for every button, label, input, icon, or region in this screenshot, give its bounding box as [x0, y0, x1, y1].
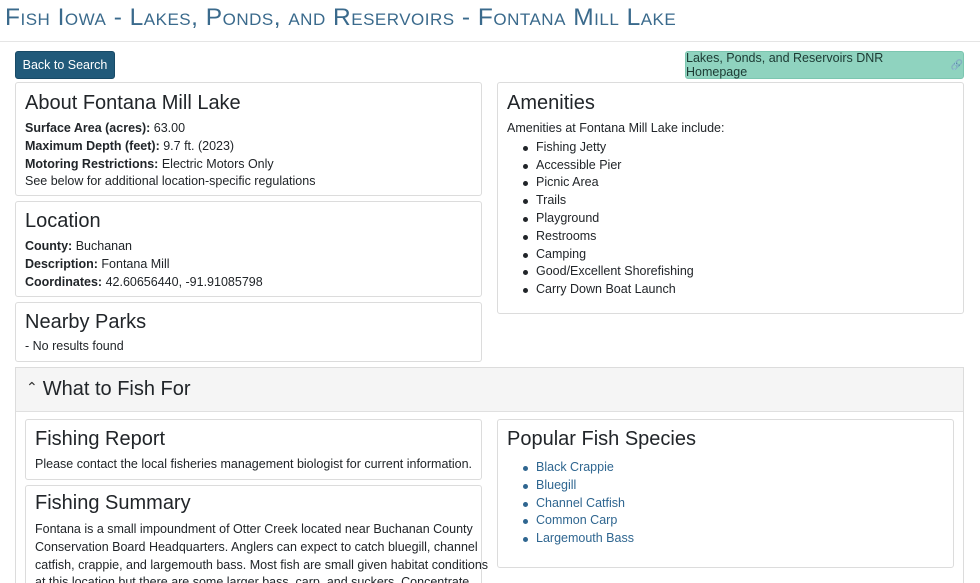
bullet-icon	[523, 216, 528, 222]
species-label: Black Crappie	[536, 460, 614, 474]
description-row: Description: Fontana Mill	[25, 256, 472, 274]
county-row: County: Buchanan	[25, 238, 472, 256]
max-depth-row: Maximum Depth (feet): 9.7 ft. (2023)	[25, 138, 472, 156]
amenity-label: Carry Down Boat Launch	[536, 282, 676, 297]
about-heading: About Fontana Mill Lake	[25, 92, 241, 114]
bullet-icon	[523, 252, 528, 258]
amenity-item: Camping	[519, 246, 954, 264]
bullet-icon	[523, 234, 528, 240]
county-label: County:	[25, 239, 73, 253]
species-label: Bluegill	[536, 477, 577, 492]
chevron-up-icon: ⌃	[26, 379, 38, 395]
amenity-label: Camping	[536, 246, 587, 261]
bullet-icon	[523, 483, 528, 489]
motoring-label: Motoring Restrictions:	[25, 156, 159, 171]
nearby-parks-heading: Nearby Parks	[25, 311, 147, 333]
surface-area-row: Surface Area (acres): 63.00	[25, 120, 472, 138]
amenity-item: Playground	[519, 210, 954, 228]
amenity-item: Accessible Pier	[519, 157, 954, 175]
dnr-homepage-label: Lakes, Ponds, and Reservoirs DNR Homepag…	[686, 51, 884, 79]
amenity-item: Restrooms	[519, 228, 954, 246]
max-depth-label: Maximum Depth (feet):	[25, 138, 160, 153]
amenities-intro: Amenities at Fontana Mill Lake include:	[507, 121, 725, 135]
description-value: Fontana Mill	[101, 256, 170, 271]
species-link[interactable]: Bluegill	[519, 477, 944, 495]
back-to-search-button[interactable]: Back to Search	[15, 51, 115, 79]
nearby-parks-empty: - No results found	[25, 339, 124, 353]
species-list: Black Crappie Bluegill Channel Catfish C…	[507, 459, 944, 548]
amenity-label: Accessible Pier	[536, 157, 622, 172]
amenity-item: Carry Down Boat Launch	[519, 281, 954, 299]
coordinates-row: Coordinates: 42.60656440, -91.91085798	[25, 274, 472, 292]
amenity-label: Good/Excellent Shorefishing	[536, 264, 694, 279]
description-label: Description:	[25, 256, 98, 271]
amenity-item: Good/Excellent Shorefishing	[519, 263, 954, 281]
summary-line: catfish, crappie, and largemouth bass. M…	[35, 557, 489, 572]
fishing-report-card: Fishing Report Please contact the local …	[25, 419, 482, 480]
fishing-summary-heading: Fishing Summary	[35, 492, 191, 514]
species-link[interactable]: Common Carp	[519, 512, 944, 530]
species-label: Channel Catfish	[536, 495, 625, 510]
amenity-item: Picnic Area	[519, 174, 954, 192]
fishing-summary-card: Fishing Summary Fontana is a small impou…	[25, 485, 489, 583]
amenities-heading: Amenities	[507, 92, 595, 114]
external-link-icon: 🔗	[950, 59, 963, 71]
amenities-card: Amenities Amenities at Fontana Mill Lake…	[497, 82, 964, 314]
bullet-icon	[523, 199, 528, 205]
amenity-label: Trails	[536, 193, 567, 208]
bullet-icon	[523, 501, 528, 507]
motoring-row: Motoring Restrictions: Electric Motors O…	[25, 156, 472, 174]
dnr-homepage-button[interactable]: Lakes, Ponds, and Reservoirs DNR Homepag…	[685, 51, 964, 79]
what-to-fish-toggle[interactable]: ⌃ What to Fish For	[16, 368, 963, 412]
location-heading: Location	[25, 210, 101, 232]
species-link[interactable]: Black Crappie	[519, 459, 944, 477]
bullet-icon	[523, 270, 528, 276]
page-title: Fish Iowa - Lakes, Ponds, and Reservoirs…	[5, 4, 677, 31]
species-label: Common Carp	[536, 513, 618, 528]
coordinates-label: Coordinates:	[25, 274, 103, 289]
amenity-label: Restrooms	[536, 228, 597, 243]
surface-area-value: 63.00	[153, 121, 186, 135]
amenities-list: Fishing Jetty Accessible Pier Picnic Are…	[507, 139, 954, 299]
amenity-label: Fishing Jetty	[536, 139, 607, 154]
amenity-item: Trails	[519, 192, 954, 210]
bullet-icon	[523, 466, 528, 471]
bullet-icon	[523, 537, 528, 543]
coordinates-value: 42.60656440, -91.91085798	[105, 274, 263, 289]
surface-area-label: Surface Area (acres):	[25, 121, 151, 135]
regulations-note: See below for additional location-specif…	[25, 174, 316, 189]
what-to-fish-heading: What to Fish For	[42, 378, 191, 400]
popular-species-heading: Popular Fish Species	[507, 428, 696, 450]
summary-line: Fontana is a small impoundment of Otter …	[35, 522, 473, 536]
bullet-icon	[523, 288, 528, 294]
bullet-icon	[523, 181, 528, 187]
about-card: About Fontana Mill Lake Surface Area (ac…	[15, 82, 482, 196]
popular-species-card: Popular Fish Species Black Crappie Blueg…	[497, 419, 954, 568]
summary-line: at this location but there are some larg…	[35, 575, 470, 583]
fishing-report-text: Please contact the local fisheries manag…	[35, 457, 473, 471]
species-link[interactable]: Channel Catfish	[519, 495, 944, 513]
nearby-parks-card: Nearby Parks - No results found	[15, 302, 482, 362]
amenity-item: Fishing Jetty	[519, 139, 954, 157]
species-link[interactable]: Largemouth Bass	[519, 530, 944, 548]
amenity-label: Playground	[536, 210, 600, 225]
bullet-icon	[523, 163, 528, 169]
title-divider	[0, 41, 980, 42]
summary-line: Conservation Board Headquarters. Anglers…	[35, 539, 478, 554]
motoring-value: Electric Motors Only	[161, 156, 274, 171]
fishing-summary-text: Fontana is a small impoundment of Otter …	[35, 521, 489, 583]
location-card: Location County: Buchanan Description: F…	[15, 201, 482, 297]
species-label: Largemouth Bass	[536, 531, 634, 546]
bullet-icon	[523, 145, 528, 151]
county-value: Buchanan	[75, 239, 133, 253]
fishing-report-heading: Fishing Report	[35, 428, 166, 450]
max-depth-value: 9.7 ft. (2023)	[163, 138, 235, 153]
amenity-label: Picnic Area	[536, 175, 599, 190]
bullet-icon	[523, 519, 528, 525]
